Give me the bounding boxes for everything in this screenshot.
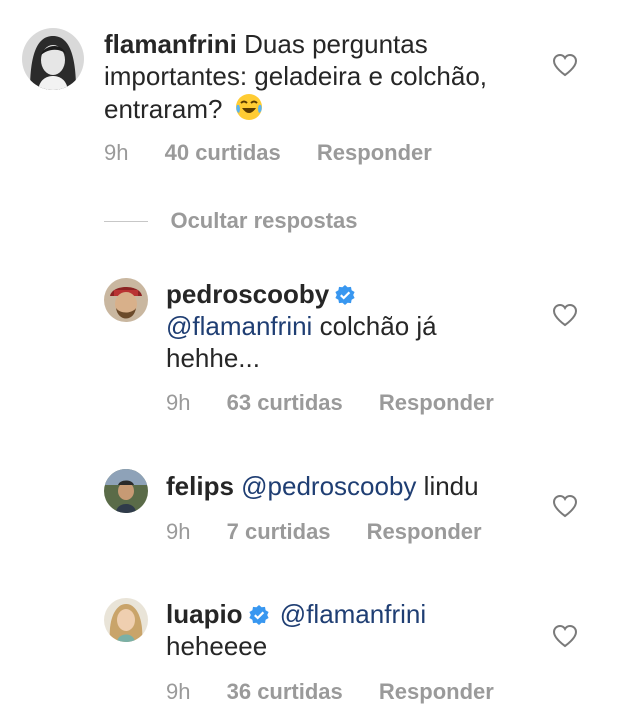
like-heart-icon[interactable] — [552, 303, 578, 327]
reply-text: lindu — [423, 471, 479, 501]
reply-body: felips @pedroscooby lindu — [166, 470, 536, 502]
reply-button[interactable]: Responder — [379, 390, 494, 416]
reply-body: luapio @flamanfrini heheeee — [166, 598, 506, 662]
reply-likes[interactable]: 36 curtidas — [227, 679, 343, 705]
verified-badge-icon — [335, 285, 355, 305]
hide-replies-toggle[interactable]: Ocultar respostas — [104, 208, 358, 236]
reply-meta: 9h 63 curtidas Responder — [166, 390, 494, 416]
profile-photo-pedroscooby — [104, 278, 148, 322]
reply-likes[interactable]: 7 curtidas — [227, 519, 331, 545]
reply-body: pedroscooby @flamanfrini colchão já hehh… — [166, 278, 506, 374]
comment-meta: 9h 40 curtidas Responder — [104, 140, 432, 166]
like-heart-icon[interactable] — [552, 494, 578, 518]
comment-flamanfrini: flamanfrini Duas perguntas importantes: … — [0, 0, 620, 180]
comment-likes[interactable]: 40 curtidas — [165, 140, 281, 166]
reply-meta: 9h 36 curtidas Responder — [166, 679, 494, 705]
reply-mention[interactable]: @pedroscooby — [241, 471, 416, 501]
reply-username[interactable]: luapio — [166, 599, 243, 629]
reply-mention[interactable]: @flamanfrini — [166, 311, 312, 341]
reply-likes[interactable]: 63 curtidas — [227, 390, 343, 416]
reply-meta: 9h 7 curtidas Responder — [166, 519, 482, 545]
reply-felips: felips @pedroscooby lindu 9h 7 curtidas … — [0, 460, 620, 570]
reply-mention[interactable]: @flamanfrini — [280, 599, 426, 629]
comment-time: 9h — [104, 140, 129, 165]
verified-badge-icon — [248, 605, 269, 625]
avatar-felips[interactable] — [104, 469, 148, 513]
reply-time: 9h — [166, 390, 191, 415]
reply-time: 9h — [166, 679, 191, 704]
reply-pedroscooby: pedroscooby @flamanfrini colchão já hehh… — [0, 260, 620, 430]
avatar-luapio[interactable] — [104, 598, 148, 642]
profile-photo-luapio — [104, 598, 148, 642]
hide-replies-label[interactable]: Ocultar respostas — [170, 208, 357, 233]
reply-luapio: luapio @flamanfrini heheeee 9h 36 curtid… — [0, 590, 620, 725]
profile-photo-flamanfrini — [22, 28, 84, 90]
like-heart-icon[interactable] — [552, 624, 578, 648]
reply-text: heheeee — [166, 631, 268, 661]
hide-replies-divider — [104, 220, 148, 222]
reply-button[interactable]: Responder — [379, 679, 494, 705]
reply-button[interactable]: Responder — [317, 140, 432, 166]
face-with-tears-of-joy-icon — [234, 92, 264, 122]
reply-username[interactable]: pedroscooby — [166, 279, 329, 309]
comment-username[interactable]: flamanfrini — [104, 29, 237, 59]
profile-photo-felips — [104, 469, 148, 513]
comment-body: flamanfrini Duas perguntas importantes: … — [104, 28, 524, 125]
like-heart-icon[interactable] — [552, 53, 578, 77]
avatar-flamanfrini[interactable] — [22, 28, 84, 90]
reply-button[interactable]: Responder — [367, 519, 482, 545]
avatar-pedroscooby[interactable] — [104, 278, 148, 322]
reply-username[interactable]: felips — [166, 471, 234, 501]
reply-time: 9h — [166, 519, 191, 544]
